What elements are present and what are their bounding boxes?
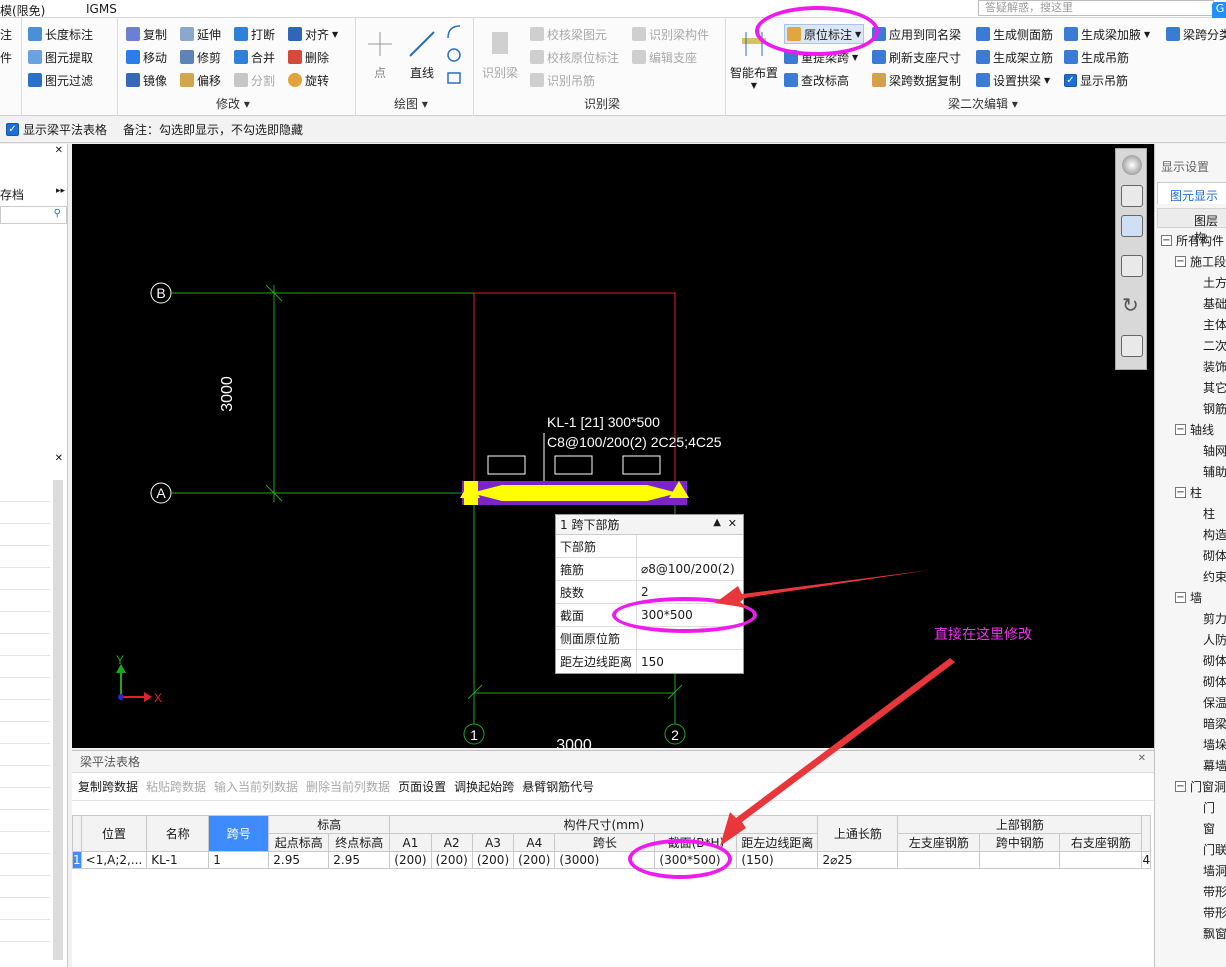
annotation-text: 直接在这里修改 (934, 627, 1032, 643)
arrow-to-table (720, 658, 955, 846)
annotation-arrows (715, 570, 955, 846)
arrow-to-popup (715, 570, 930, 608)
